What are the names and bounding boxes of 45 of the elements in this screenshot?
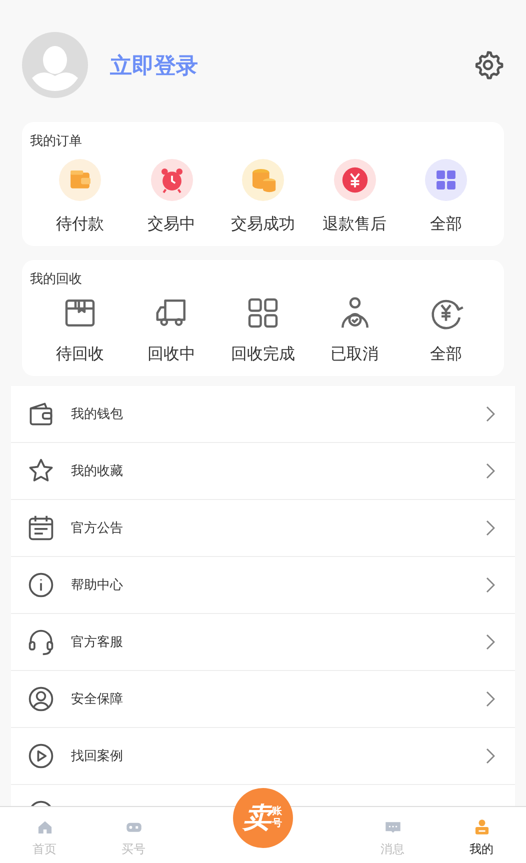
menu-item[interactable]: 安全保障 xyxy=(11,671,515,728)
chevron-right-icon xyxy=(485,520,495,536)
recycle-status-link[interactable]: 待回收 xyxy=(56,342,104,366)
info-icon xyxy=(27,571,55,599)
section-title: 我的订单 xyxy=(30,132,83,150)
chevron-right-icon xyxy=(485,577,495,593)
menu-label: 帮助中心 xyxy=(71,576,124,594)
chevron-right-icon xyxy=(485,691,495,707)
chevron-right-icon xyxy=(485,748,495,764)
section-title: 我的回收 xyxy=(30,270,83,288)
avatar-icon xyxy=(22,32,88,98)
menu-label: 官方客服 xyxy=(71,633,124,652)
headset-icon xyxy=(27,628,55,656)
menu-item[interactable]: 找回案例 xyxy=(11,728,515,785)
order-status-link[interactable]: 退款售后 xyxy=(322,212,386,236)
order-status-link[interactable]: 交易成功 xyxy=(231,212,295,236)
calendar-icon xyxy=(27,514,55,542)
menu-item[interactable]: 我的钱包 xyxy=(11,386,515,443)
recycle-status-link[interactable]: 已取消 xyxy=(330,342,378,366)
order-status-link[interactable]: 全部 xyxy=(430,212,462,236)
person-icon xyxy=(472,818,490,836)
chevron-right-icon xyxy=(485,463,495,479)
recycle-status-link[interactable]: 回收中 xyxy=(148,342,196,366)
grid-icon[interactable] xyxy=(425,158,467,200)
menu-label: 官方公告 xyxy=(71,519,124,538)
menu-item[interactable]: 官方客服 xyxy=(11,614,515,671)
recycle-status-link[interactable]: 全部 xyxy=(430,342,462,366)
chevron-right-icon xyxy=(485,406,495,422)
play-circle-icon xyxy=(27,742,55,770)
recycle-status-link[interactable]: 回收完成 xyxy=(231,342,295,366)
menu-label: 安全保障 xyxy=(71,690,124,708)
menu-label: 我的钱包 xyxy=(71,405,124,424)
chevron-right-icon xyxy=(485,634,495,650)
menu-item[interactable]: 官方公告 xyxy=(11,500,515,557)
menu-label: 找回案例 xyxy=(71,747,124,766)
menu-item[interactable]: 帮助中心 xyxy=(11,557,515,614)
tab[interactable]: 我的 xyxy=(437,806,526,863)
order-status-link[interactable]: 交易中 xyxy=(148,212,196,236)
menu-item[interactable]: 我的收藏 xyxy=(11,443,515,500)
order-status-link[interactable]: 待付款 xyxy=(56,212,104,236)
menu-label: 我的收藏 xyxy=(71,462,124,480)
yen-refund-icon[interactable] xyxy=(334,158,376,200)
alarm-clock-icon[interactable] xyxy=(150,158,192,200)
user-circle-icon xyxy=(27,685,55,713)
wallet-icon xyxy=(27,400,55,428)
